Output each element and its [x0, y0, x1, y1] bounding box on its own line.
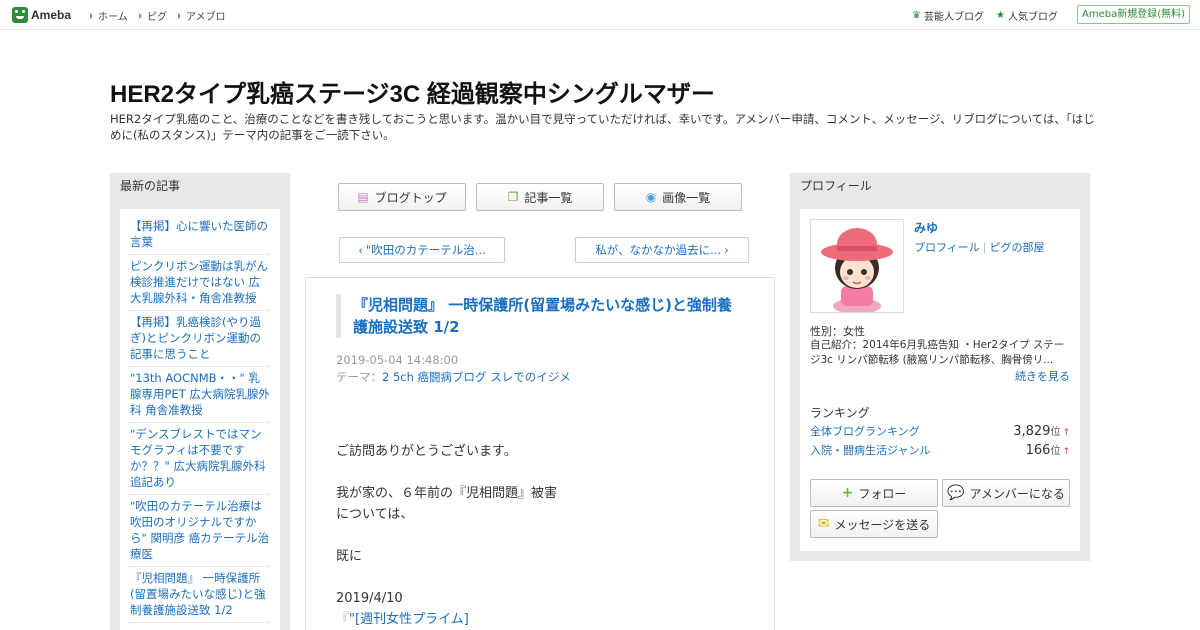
camera-icon: ◉: [645, 190, 657, 204]
recent-entries-panel: 最新の記事 【再掲】心に響いた医師の言葉 ピンクリボン運動は乳がん検診推進だけで…: [110, 173, 290, 630]
profile-box: みゆ プロフィール | ピグの部屋 性別：女性 自己紹介：2014年6月乳癌告知 ・…: [800, 209, 1080, 551]
ameba-logo-text: Ameba: [31, 8, 72, 22]
recent-entry-link[interactable]: "デンスブレストではマンモグラフィは不要ですか？？" 広大病院乳腺外科 追記あり: [130, 423, 270, 495]
ranking-row: 入院・闘病生活ジャンル 166位 ↑: [810, 442, 1070, 458]
recent-entry-link[interactable]: "13th AOCNMB・・" 乳腺専用PET 広大病院乳腺外科 角舎准教授: [130, 367, 270, 423]
caret-right-icon: [90, 12, 93, 19]
recent-entry-link[interactable]: 【再掲】乳癌検診(やり過ぎ)とピンクリボン運動の記事に思うこと: [130, 311, 270, 367]
recent-entry-link[interactable]: "吹田のカテーテル治療は吹田のオリジナルですから" 関明彦 癌カテーテル治療医: [130, 495, 270, 567]
body-paragraph: 既に: [336, 549, 363, 564]
signup-button[interactable]: Ameba新規登録(無料): [1077, 5, 1190, 24]
amember-button[interactable]: 💬 アメンバーになる: [942, 479, 1070, 507]
blog-description: HER2タイプ乳癌のこと、治療のことなどを書き残しておこうと思います。温かい目で…: [110, 112, 1095, 142]
ameba-logo[interactable]: Ameba: [12, 6, 71, 24]
profile-gender: 性別：女性: [810, 325, 865, 338]
arrow-up-icon: ↑: [1062, 447, 1070, 457]
blog-title[interactable]: HER2タイプ乳癌ステージ3C 経過観察中シングルマザー: [110, 74, 715, 109]
speech-bubble-icon: 💬: [947, 485, 965, 501]
caret-right-icon: [139, 12, 142, 19]
nav-home-link[interactable]: ホーム: [90, 8, 128, 23]
entry-title[interactable]: 『児相問題』 一時保護所(留置場みたいな感じ)と強制養護施設送致 1/2: [336, 294, 746, 338]
body-paragraph: 我が家の、６年前の『児相問題』被害 については、: [336, 486, 558, 522]
popular-blog-link[interactable]: ★ 人気ブログ: [996, 8, 1058, 23]
pages-icon: ❐: [507, 190, 519, 204]
profile-link[interactable]: プロフィール: [914, 241, 980, 254]
ranking-label[interactable]: 全体ブログランキング: [810, 423, 920, 439]
entry-list-button[interactable]: ❐ 記事一覧: [476, 183, 604, 211]
entry-date: 2019-05-04 14:48:00: [336, 353, 459, 367]
celebrity-blog-link[interactable]: ♛ 芸能人ブログ: [912, 8, 984, 23]
caret-right-icon: [178, 12, 181, 19]
entry-body: ご訪問ありがとうございます。 我が家の、６年前の『児相問題』被害 については、 …: [336, 441, 756, 630]
ranking-heading: ランキング: [810, 406, 870, 420]
body-paragraph: 2019/4/10 『"[週刊女性プライム]: [336, 591, 469, 627]
follow-button[interactable]: + フォロー: [810, 479, 938, 507]
prev-entry-link[interactable]: ‹ "吹田のカテーテル治...: [339, 237, 505, 263]
global-header: Ameba ホーム ピグ アメブロ ♛ 芸能人ブログ ★ 人気ブログ Ameba…: [0, 0, 1200, 30]
read-more-link[interactable]: 続きを見る: [1015, 368, 1070, 384]
recent-entries-list: 【再掲】心に響いた医師の言葉 ピンクリボン運動は乳がん検診推進だけではない 広大…: [120, 209, 280, 630]
ranking-value: 3,829: [1013, 424, 1051, 439]
article: 『児相問題』 一時保護所(留置場みたいな感じ)と強制養護施設送致 1/2 201…: [305, 277, 775, 630]
recent-entry-link[interactable]: 【再掲】心に響いた医師の言葉: [130, 215, 270, 255]
profile-heading: プロフィール: [800, 179, 872, 193]
image-list-button[interactable]: ◉ 画像一覧: [614, 183, 742, 211]
send-message-button[interactable]: ✉ メッセージを送る: [810, 510, 938, 538]
next-entry-link[interactable]: 私が、なかなか過去に... ›: [575, 237, 749, 263]
chevron-left-icon: ‹: [358, 243, 363, 257]
arrow-up-icon: ↑: [1062, 428, 1070, 438]
body-link[interactable]: "[週刊女性プライム]: [349, 612, 469, 627]
ranking-label[interactable]: 入院・闘病生活ジャンル: [810, 442, 930, 458]
separator: |: [982, 241, 987, 254]
recent-entries-heading: 最新の記事: [120, 179, 181, 193]
crown-icon: ♛: [912, 10, 921, 21]
chevron-right-icon: ›: [724, 243, 729, 257]
document-icon: ▤: [357, 190, 369, 204]
envelope-icon: ✉: [817, 516, 830, 532]
body-paragraph: ご訪問ありがとうございます。: [336, 444, 517, 459]
star-icon: ★: [996, 10, 1005, 21]
recent-entry-link[interactable]: ピンクリボン運動は乳がん検診推進だけではない 広大乳腺外科・角舎准教授: [130, 255, 270, 311]
nav-ameblo-link[interactable]: アメブロ: [178, 8, 226, 23]
entry-theme: テーマ：2 5ch 癌闘病ブログ スレでのイジメ: [336, 370, 571, 384]
ranking-value: 166: [1025, 443, 1051, 458]
plus-icon: +: [841, 485, 854, 501]
avatar-icon: [811, 220, 903, 312]
nav-pig-link[interactable]: ピグ: [139, 8, 167, 23]
profile-intro: 自己紹介：2014年6月乳癌告知 ・Her2タイプ ステージ3c リンパ節転移 …: [810, 339, 1065, 366]
blog-top-button[interactable]: ▤ ブログトップ: [338, 183, 466, 211]
recent-entry-link[interactable]: 『児相問題』 一時保護所(留置場みたいな感じ)と強制養護施設送致 1/2: [130, 567, 270, 623]
pig-room-link[interactable]: ピグの部屋: [990, 241, 1045, 254]
ranking-row: 全体ブログランキング 3,829位 ↑: [810, 423, 1070, 439]
profile-panel: プロフィール みゆ プロフィール | ピグの部屋 性別：女性 自己紹介：2014…: [790, 173, 1090, 561]
ameba-logo-icon: [12, 7, 28, 23]
profile-name[interactable]: みゆ: [914, 219, 938, 236]
profile-links: プロフィール | ピグの部屋: [914, 239, 1045, 255]
entry-theme-link[interactable]: 2 5ch 癌闘病ブログ スレでのイジメ: [382, 370, 571, 384]
avatar[interactable]: [810, 219, 904, 313]
